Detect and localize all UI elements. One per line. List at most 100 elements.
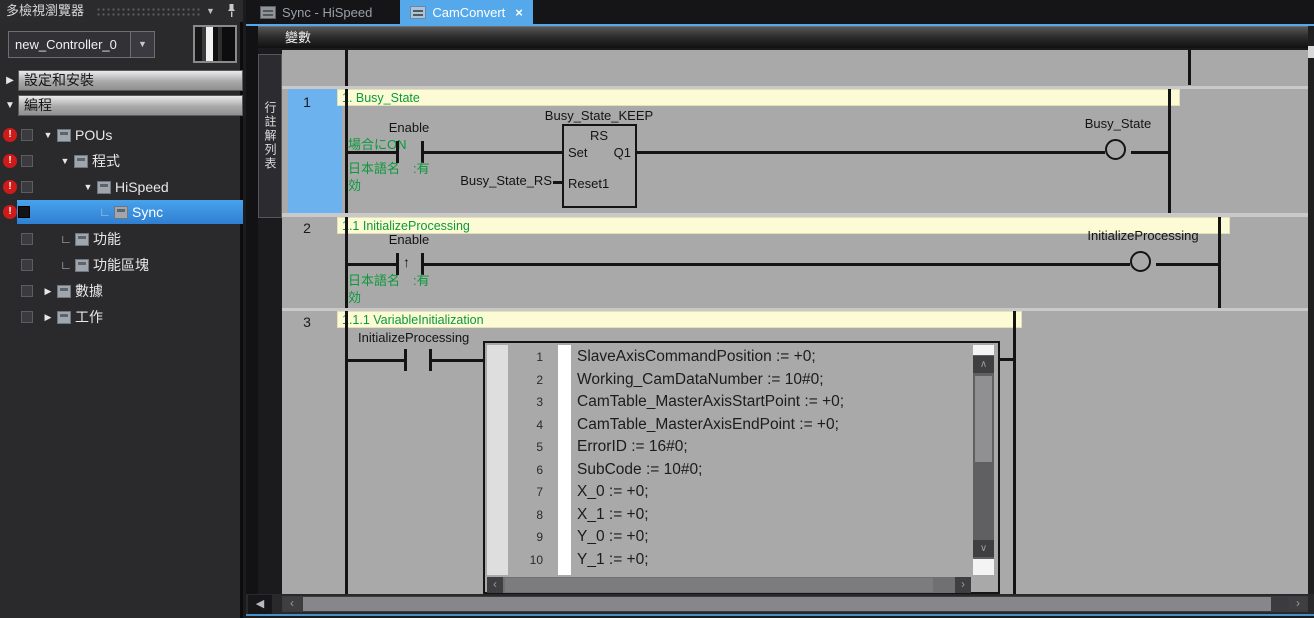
collapse-panel-icon[interactable]: ◀ <box>248 595 272 614</box>
contact-operand[interactable]: Enable <box>359 120 459 135</box>
contact-operand[interactable]: Enable <box>359 232 459 247</box>
tab-sync-hispeed[interactable]: Sync - HiSpeed <box>250 0 382 24</box>
st-scroll-right-icon[interactable]: › <box>955 577 971 593</box>
st-line[interactable]: 4CamTable_MasterAxisEndPoint := +0; <box>509 414 969 437</box>
contact-comment: 日本語名 :有 <box>348 272 430 289</box>
inline-st-editor[interactable]: 1SlaveAxisCommandPosition := +0; 2Workin… <box>483 341 1000 594</box>
rung1-number[interactable]: 1 <box>282 94 332 110</box>
tree-item-hispeed[interactable]: ! ▼ HiSpeed <box>0 174 243 200</box>
st-line-code[interactable]: X_0 := +0; <box>553 483 649 501</box>
scroll-right-icon[interactable]: › <box>1289 597 1307 611</box>
line-comment-list-tab[interactable]: 行註解列表 <box>258 54 282 218</box>
rung3-section-header[interactable]: 1.1.1 VariableInitialization <box>337 311 1022 328</box>
st-line-code[interactable]: Y_0 := +0; <box>553 528 649 546</box>
close-tab-icon[interactable]: × <box>515 5 523 20</box>
variables-bar[interactable]: 變數 <box>258 26 1314 48</box>
hscroll-thumb[interactable] <box>303 597 1271 611</box>
st-vscroll-thumb[interactable] <box>975 376 992 462</box>
st-line-number: 2 <box>509 373 553 387</box>
st-code-lines[interactable]: 1SlaveAxisCommandPosition := +0; 2Workin… <box>509 346 969 571</box>
tree-item-function-blocks[interactable]: ∟ 功能區塊 <box>0 252 243 278</box>
rs-function-block[interactable]: RS Set Q1 Reset1 <box>562 124 637 208</box>
rung3-number[interactable]: 3 <box>282 314 332 330</box>
tab-label: CamConvert <box>432 5 505 20</box>
st-scroll-left-icon[interactable]: ‹ <box>487 577 503 593</box>
st-line[interactable]: 5ErrorID := 16#0; <box>509 436 969 459</box>
st-line-number: 9 <box>509 530 553 544</box>
drag-handle-dots[interactable] <box>96 7 200 16</box>
editor-horizontal-scrollbar[interactable]: ‹ › <box>282 596 1308 612</box>
ladder-canvas[interactable]: 異常終了状態の 場合にON 1 1. Busy_State Enable 日本語… <box>282 50 1310 594</box>
expanded-arrow-icon[interactable]: ▼ <box>41 130 55 140</box>
tree-item-programs[interactable]: ! ▼ 程式 <box>0 148 243 174</box>
rs-reset1-pin: Reset1 <box>568 176 609 191</box>
tab-camconvert[interactable]: CamConvert × <box>400 0 533 24</box>
contact-operand[interactable]: InitializeProcessing <box>358 330 469 345</box>
collapsed-arrow-icon[interactable]: ▶ <box>41 286 55 297</box>
controller-selector-arrow-icon[interactable]: ▼ <box>130 32 154 57</box>
coil-operand[interactable]: InitializeProcessing <box>1053 228 1233 243</box>
right-power-rail <box>1188 50 1191 85</box>
st-line-code[interactable]: CamTable_MasterAxisStartPoint := +0; <box>553 393 844 411</box>
st-line-number: 5 <box>509 440 553 454</box>
st-vertical-scrollbar[interactable]: ∧ ∨ <box>973 345 994 575</box>
rung1-section-header[interactable]: 1. Busy_State <box>337 89 1180 106</box>
st-scroll-down-icon[interactable]: ∨ <box>973 540 994 557</box>
st-line-code[interactable]: Working_CamDataNumber := 10#0; <box>553 371 824 389</box>
explorer-titlebar[interactable]: 多檢視瀏覽器 ▼ <box>0 0 243 22</box>
st-line-code[interactable]: ErrorID := 16#0; <box>553 438 688 456</box>
editor-area: Sync - HiSpeed CamConvert × 變數 行註解列表 異常終… <box>246 0 1314 618</box>
coil-busy-state[interactable] <box>1105 139 1126 160</box>
section-configuration[interactable]: ▶ 設定和安裝 <box>2 70 243 91</box>
scroll-left-icon[interactable]: ‹ <box>283 597 301 611</box>
wire <box>345 151 397 154</box>
st-line[interactable]: 9Y_0 := +0; <box>509 526 969 549</box>
st-line[interactable]: 6SubCode := 10#0; <box>509 459 969 482</box>
editor-vertical-scrollbar[interactable] <box>1308 26 1314 594</box>
tree-item-sync[interactable]: ! ∟ Sync <box>0 200 243 224</box>
st-line-code[interactable]: SubCode := 10#0; <box>553 461 702 479</box>
rs-reset-operand[interactable]: Busy_State_RS <box>432 173 552 188</box>
st-line-code[interactable]: CamTable_MasterAxisEndPoint := +0; <box>553 416 839 434</box>
st-line[interactable]: 7X_0 := +0; <box>509 481 969 504</box>
st-line-code[interactable]: X_1 := +0; <box>553 506 649 524</box>
tree-item-functions[interactable]: ∟ 功能 <box>0 226 243 252</box>
expanded-arrow-icon[interactable]: ▼ <box>81 182 95 192</box>
selected-row-highlight: ∟ Sync <box>17 200 243 224</box>
pin-icon[interactable] <box>226 3 237 25</box>
st-scroll-up-icon[interactable]: ∧ <box>973 356 994 373</box>
section-programming[interactable]: ▼ 編程 <box>2 95 243 116</box>
st-line-number: 6 <box>509 463 553 477</box>
st-line[interactable]: 1SlaveAxisCommandPosition := +0; <box>509 346 969 369</box>
tree-item-data[interactable]: ▶ 數據 <box>0 278 243 304</box>
st-line[interactable]: 10Y_1 := +0; <box>509 549 969 572</box>
coil-initialize-processing[interactable] <box>1130 251 1151 272</box>
st-line-number: 10 <box>509 553 553 567</box>
st-line[interactable]: 3CamTable_MasterAxisStartPoint := +0; <box>509 391 969 414</box>
coil-operand[interactable]: Busy_State <box>1058 116 1178 131</box>
st-scrollbar-splitter[interactable] <box>973 345 994 355</box>
controller-device-image <box>193 25 237 63</box>
vscroll-thumb[interactable] <box>1308 46 1314 58</box>
right-power-rail <box>1013 311 1016 594</box>
st-line[interactable]: 8X_1 := +0; <box>509 504 969 527</box>
expanded-arrow-icon[interactable]: ▼ <box>2 100 18 111</box>
collapsed-arrow-icon[interactable]: ▶ <box>2 75 18 86</box>
collapsed-arrow-icon[interactable]: ▶ <box>41 312 55 323</box>
branch-icon: ∟ <box>59 258 73 272</box>
panel-menu-chevron-icon[interactable]: ▼ <box>206 0 215 22</box>
st-line-code[interactable]: Y_1 := +0; <box>553 551 649 569</box>
tree-item-tasks[interactable]: ▶ 工作 <box>0 304 243 330</box>
tree-item-label: 功能 <box>93 229 121 249</box>
st-line[interactable]: 2Working_CamDataNumber := 10#0; <box>509 369 969 392</box>
rung2-number[interactable]: 2 <box>282 220 332 236</box>
st-hscroll-thumb[interactable] <box>505 578 933 592</box>
contact-initialize-processing[interactable] <box>404 349 407 371</box>
st-line-code[interactable]: SlaveAxisCommandPosition := +0; <box>553 348 816 366</box>
wire <box>1156 263 1218 266</box>
st-horizontal-scrollbar[interactable]: ‹ › <box>487 577 971 593</box>
expanded-arrow-icon[interactable]: ▼ <box>58 156 72 166</box>
controller-selector[interactable]: new_Controller_0 ▼ <box>8 31 155 58</box>
rs-block-instance-name[interactable]: Busy_State_KEEP <box>519 108 679 123</box>
tree-item-pous[interactable]: ! ▼ POUs <box>0 122 243 148</box>
